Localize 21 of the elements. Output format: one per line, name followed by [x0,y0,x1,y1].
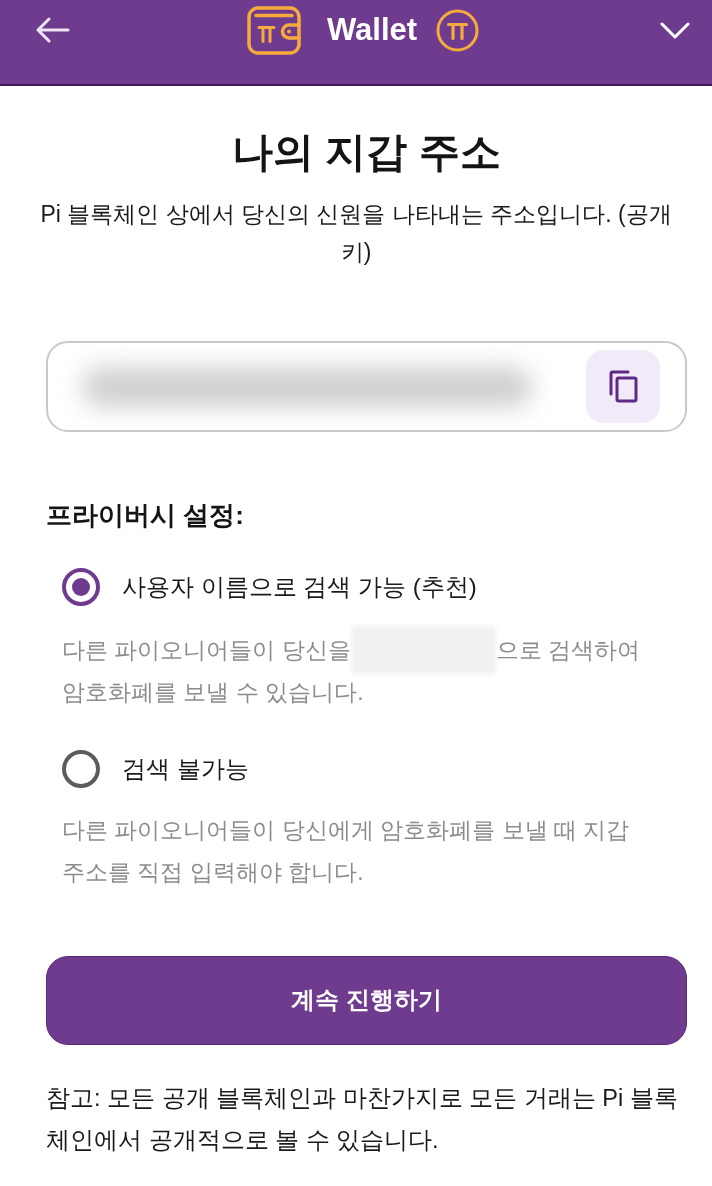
privacy-option[interactable]: 사용자 이름으로 검색 가능 (추천) [62,568,477,606]
privacy-option[interactable]: 검색 불가능 [62,750,249,788]
back-arrow-icon [36,17,70,43]
subtitle: Pi 블록체인 상에서 당신의 신원을 나타내는 주소입니다. (공개 키) [39,200,673,267]
wallet-icon [246,5,301,55]
pi-coin-icon [436,8,480,52]
radio-icon[interactable] [62,568,100,606]
address-field[interactable] [46,341,687,432]
page-title: 나의 지갑 주소 [231,128,502,176]
option-description: 다른 파이오니어들이 당신을 [62,636,351,665]
note-text: 참고: 모든 공개 블록체인과 마찬가지로 모든 거래는 Pi 블록체인에서 공개적으로 볼 수 있습니다. [46,1084,679,1155]
option-description: 다른 파이오니어들이 당신에게 암호화폐를 보낼 때 지갑 주소를 직접 입력해야 합니다. [62,816,631,887]
continue-button[interactable]: 계속 진행하기 [46,956,687,1045]
copy-icon [608,370,638,403]
privacy-heading: 프라이버시 설정: [46,499,245,532]
option-description: 암호화폐를 보낼 수 있습니다. [62,678,364,707]
option-description: 으로 검색하여 [495,636,641,665]
radio-icon[interactable] [62,750,100,788]
chevron-down-icon [660,21,690,39]
header-title: Wallet [326,11,418,49]
copy-button[interactable] [586,350,660,423]
